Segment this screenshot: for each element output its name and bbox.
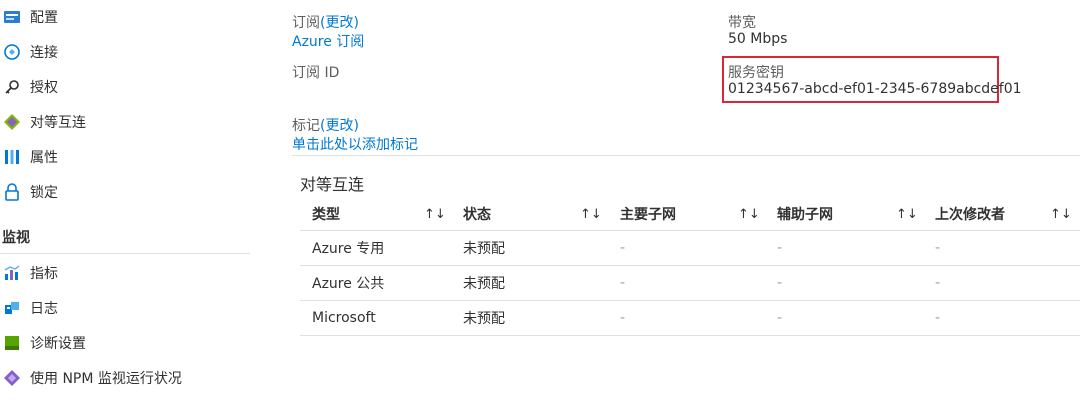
tags-change-link[interactable]: (更改) <box>320 118 359 134</box>
metrics-icon <box>2 263 22 283</box>
sort-icon[interactable]: ↑↓ <box>1050 197 1072 231</box>
npm-icon <box>2 368 22 388</box>
sidebar-item-label: 属性 <box>30 150 58 166</box>
cell-secondary-subnet: - <box>777 240 783 256</box>
subscription-id-label: 订阅 ID <box>292 65 340 81</box>
sidebar-item-label: 对等互连 <box>30 115 86 131</box>
cell-last-modified-by: - <box>935 240 941 256</box>
sidebar-item-label: 授权 <box>30 80 58 96</box>
tags-label-group: 标记(更改) <box>292 115 359 135</box>
cell-primary-subnet: - <box>620 240 626 256</box>
sidebar-item-connection[interactable]: 连接 <box>0 37 58 67</box>
cell-secondary-subnet: - <box>777 310 783 326</box>
cell-type: Azure 专用 <box>312 241 385 257</box>
column-header-type[interactable]: 类型 <box>312 197 340 231</box>
column-header-secondary-subnet[interactable]: 辅助子网 <box>777 197 833 231</box>
cell-last-modified-by: - <box>935 310 941 326</box>
sidebar-item-peering[interactable]: 对等互连 <box>0 107 86 137</box>
cell-type: Microsoft <box>312 310 376 326</box>
peering-icon <box>2 112 22 132</box>
bandwidth-label: 带宽 <box>728 15 756 31</box>
peering-section-title: 对等互连 <box>300 175 365 194</box>
cell-last-modified-by: - <box>935 275 941 291</box>
logs-icon <box>2 298 22 318</box>
configuration-icon <box>2 7 22 27</box>
cell-secondary-subnet: - <box>777 275 783 291</box>
diagnostic-settings-icon <box>2 333 22 353</box>
sort-icon[interactable]: ↑↓ <box>424 197 446 231</box>
cell-primary-subnet: - <box>620 275 626 291</box>
sidebar-item-label: 指标 <box>30 266 58 282</box>
sidebar-item-lock[interactable]: 锁定 <box>0 177 58 207</box>
tags-label: 标记 <box>292 118 320 134</box>
bandwidth-value: 50 Mbps <box>728 31 788 47</box>
sort-icon[interactable]: ↑↓ <box>580 197 602 231</box>
column-header-primary-subnet[interactable]: 主要子网 <box>620 197 676 231</box>
service-key-label: 服务密钥 <box>728 65 784 81</box>
cell-status: 未预配 <box>463 276 505 292</box>
table-header-row: 类型 ↑↓ 状态 ↑↓ 主要子网 ↑↓ 辅助子网 ↑↓ 上次修改者 ↑↓ <box>300 197 1080 231</box>
subscription-label: 订阅 <box>292 15 320 31</box>
sidebar-item-label: 锁定 <box>30 185 58 201</box>
section-divider <box>0 253 250 254</box>
sidebar-item-label: 诊断设置 <box>30 336 86 352</box>
sidebar-item-properties[interactable]: 属性 <box>0 142 58 172</box>
subscription-change-link[interactable]: (更改) <box>320 15 359 31</box>
sidebar-item-npm-monitoring[interactable]: 使用 NPM 监视运行状况 <box>0 363 182 393</box>
sidebar-item-configuration[interactable]: 配置 <box>0 2 58 32</box>
sidebar-item-label: 使用 NPM 监视运行状况 <box>30 371 182 387</box>
subscription-value-link[interactable]: Azure 订阅 <box>292 31 364 51</box>
cell-primary-subnet: - <box>620 310 626 326</box>
sidebar-item-label: 配置 <box>30 10 58 26</box>
sort-icon[interactable]: ↑↓ <box>896 197 918 231</box>
sidebar-item-label: 连接 <box>30 45 58 61</box>
properties-icon <box>2 147 22 167</box>
key-icon <box>2 77 22 97</box>
table-row[interactable]: Azure 专用 未预配 - - - <box>300 231 1080 266</box>
peering-table: 类型 ↑↓ 状态 ↑↓ 主要子网 ↑↓ 辅助子网 ↑↓ 上次修改者 ↑↓ Azu… <box>300 197 1080 336</box>
main-content: 订阅(更改) Azure 订阅 订阅 ID 带宽 50 Mbps 服务密钥 01… <box>292 0 1080 415</box>
table-row[interactable]: Microsoft 未预配 - - - <box>300 301 1080 336</box>
service-key-value[interactable]: 01234567-abcd-ef01-2345-6789abcdef01 <box>728 81 1022 97</box>
connection-icon <box>2 42 22 62</box>
lock-icon <box>2 182 22 202</box>
essentials-divider <box>292 155 1080 156</box>
column-header-last-modified-by[interactable]: 上次修改者 <box>935 197 1005 231</box>
sidebar-item-authorization[interactable]: 授权 <box>0 72 58 102</box>
cell-type: Azure 公共 <box>312 276 385 292</box>
sort-icon[interactable]: ↑↓ <box>738 197 760 231</box>
table-row[interactable]: Azure 公共 未预配 - - - <box>300 266 1080 301</box>
cell-status: 未预配 <box>463 241 505 257</box>
sidebar-item-metrics[interactable]: 指标 <box>0 258 58 288</box>
column-header-status[interactable]: 状态 <box>463 197 491 231</box>
sidebar-item-diagnostic-settings[interactable]: 诊断设置 <box>0 328 86 358</box>
sidebar-item-logs[interactable]: 日志 <box>0 293 58 323</box>
add-tags-link[interactable]: 单击此处以添加标记 <box>292 134 418 154</box>
sidebar-item-label: 日志 <box>30 301 58 317</box>
monitoring-section-header: 监视 <box>2 230 30 246</box>
subscription-label-group: 订阅(更改) <box>292 12 359 32</box>
cell-status: 未预配 <box>463 311 505 327</box>
sidebar: 配置 连接 授权 对等互连 属性 锁定 监视 指标 日志 诊断设置 使用 NPM… <box>0 0 250 415</box>
